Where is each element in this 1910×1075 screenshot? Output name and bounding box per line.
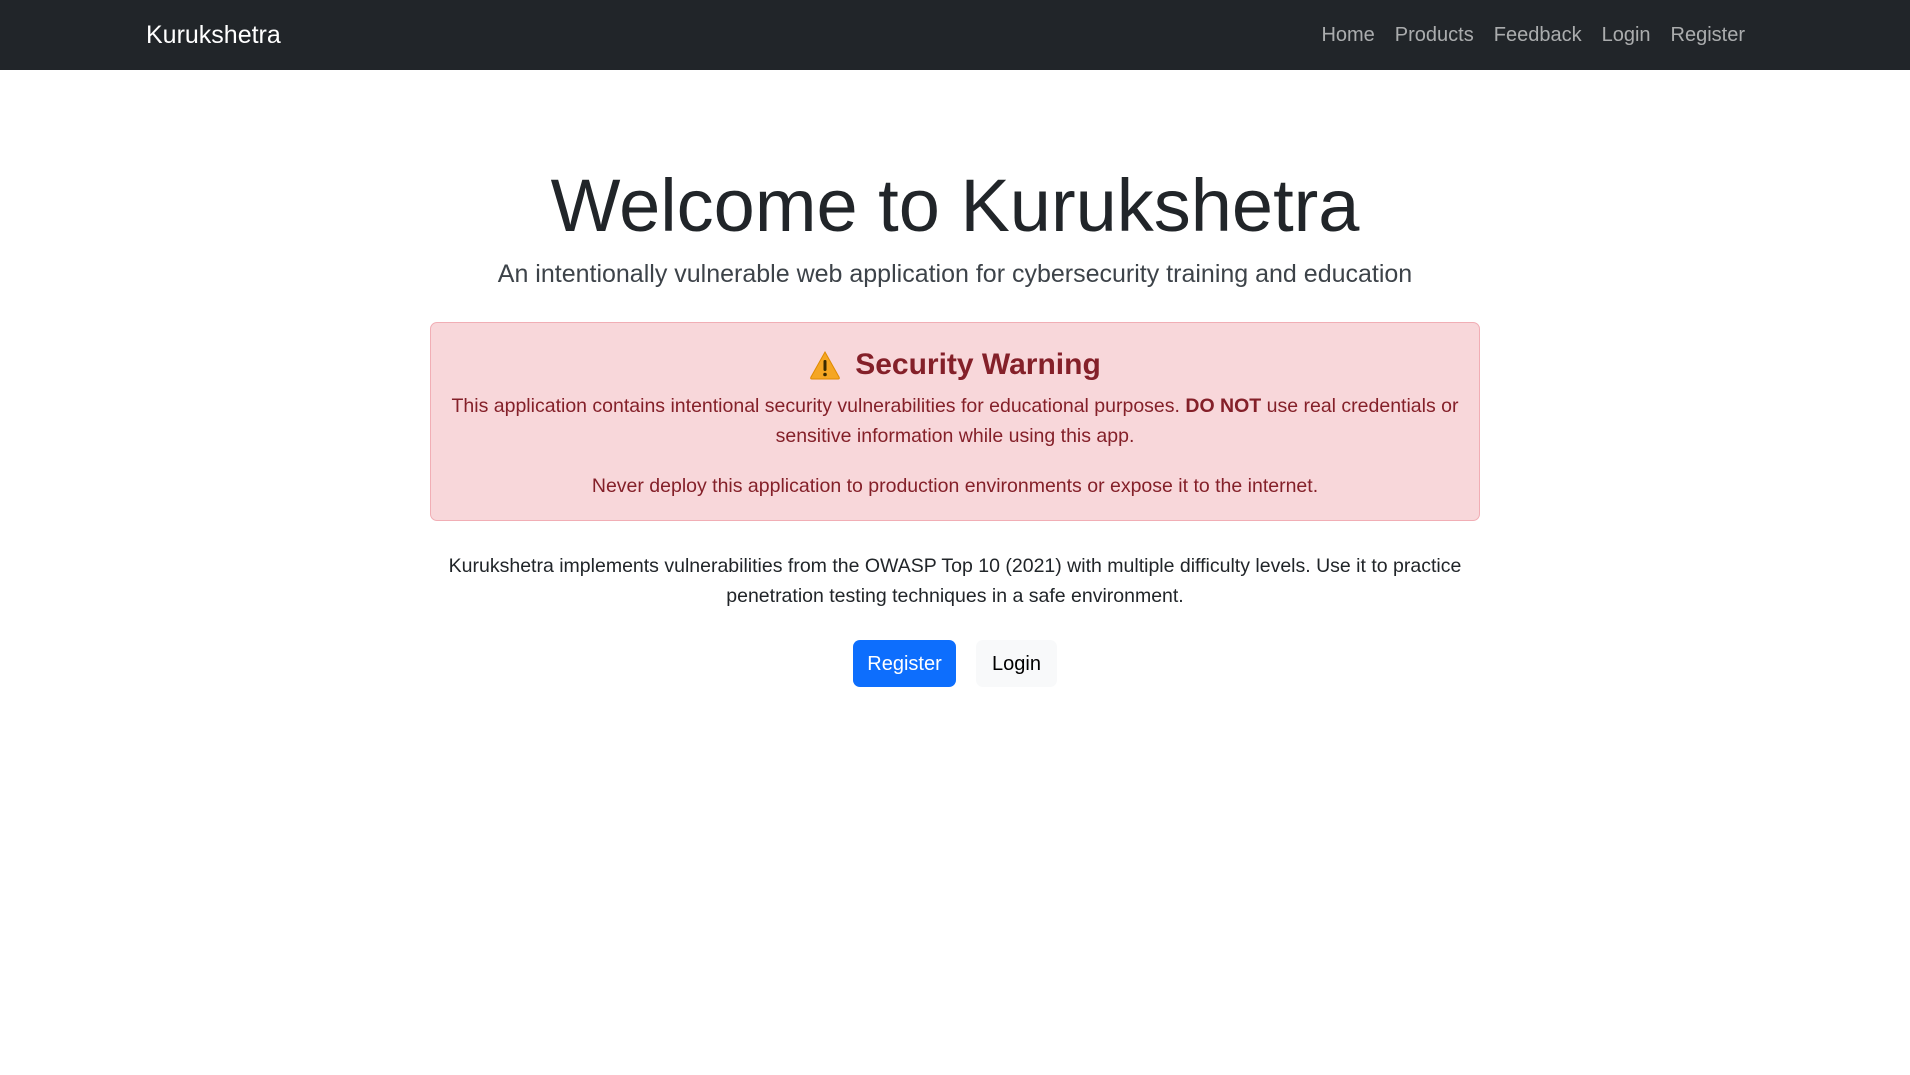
alert-emphasis: DO NOT	[1185, 395, 1262, 417]
navbar: Kurukshetra Home Products Feedback Login…	[0, 0, 1910, 70]
intro-text: Kurukshetra implements vulnerabilities f…	[448, 555, 1462, 607]
nav-link-home[interactable]: Home	[1311, 24, 1384, 47]
page-title: Welcome to Kurukshetra	[550, 164, 1360, 247]
nav-link-feedback[interactable]: Feedback	[1484, 24, 1592, 47]
brand-link[interactable]: Kurukshetra	[146, 0, 281, 70]
warning-icon	[810, 350, 841, 380]
security-warning-alert: Security Warning This application contai…	[430, 322, 1480, 521]
nav-link-register[interactable]: Register	[1661, 24, 1755, 47]
register-button[interactable]: Register	[853, 640, 956, 687]
alert-heading-text: Security Warning	[855, 348, 1101, 381]
alert-message: This application contains intentional se…	[451, 391, 1459, 451]
nav-link-products[interactable]: Products	[1385, 24, 1484, 47]
nav-link-login[interactable]: Login	[1592, 24, 1661, 47]
alert-deploy-warning: Never deploy this application to product…	[591, 475, 1319, 497]
alert-message-start: This application contains intentional se…	[451, 395, 1186, 417]
nav-links: Home Products Feedback Login Register	[1311, 0, 1755, 70]
alert-heading: Security Warning	[431, 345, 1479, 385]
login-button[interactable]: Login	[976, 640, 1057, 687]
page-subtitle: An intentionally vulnerable web applicat…	[497, 260, 1413, 288]
